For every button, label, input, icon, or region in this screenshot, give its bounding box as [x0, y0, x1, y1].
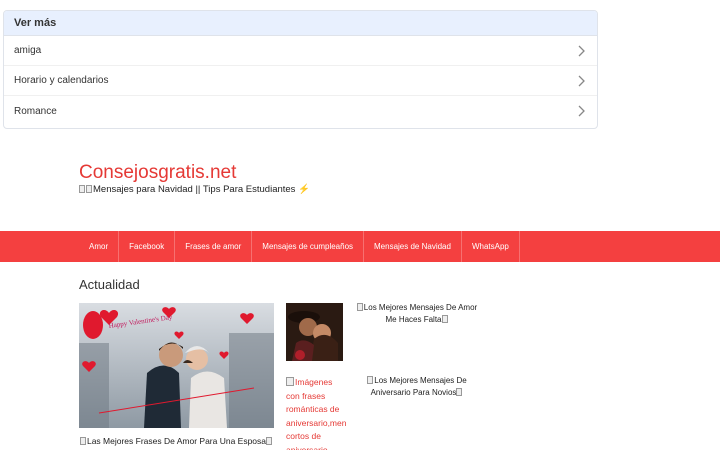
lightning-icon: ⚡ [298, 184, 310, 195]
main-nav: Amor Facebook Frases de amor Mensajes de… [0, 231, 720, 262]
ver-mas-item-horario[interactable]: Horario y calendarios [4, 66, 597, 96]
broken-image-alt: Imágenes con frases románticas de aniver… [286, 377, 346, 450]
broken-image-link[interactable]: Imágenes con frases románticas de aniver… [286, 376, 346, 450]
site-tagline: Mensajes para Navidad || Tips Para Estud… [79, 184, 310, 195]
main-post-caption-text: Las Mejores Frases De Amor Para Una Espo… [86, 436, 267, 446]
side-post-title[interactable]: Los Mejores Mensajes De Aniversario Para… [352, 375, 482, 399]
broken-glyph [266, 437, 273, 445]
main-post-caption[interactable]: Las Mejores Frases De Amor Para Una Espo… [79, 436, 274, 446]
chevron-right-icon [578, 105, 585, 117]
ver-mas-item-amiga[interactable]: amiga [4, 36, 597, 66]
broken-glyph [367, 376, 374, 384]
side-post-title-text: Los Mejores Mensajes De Amor Me Haces Fa… [363, 303, 478, 324]
ver-mas-item-romance[interactable]: Romance [4, 96, 597, 126]
broken-glyph [79, 437, 86, 445]
broken-glyph [86, 185, 92, 193]
nav-item-mensajes-navidad[interactable]: Mensajes de Navidad [364, 231, 462, 262]
ver-mas-item-label: Romance [14, 105, 57, 117]
ver-mas-item-label: Horario y calendarios [14, 75, 109, 86]
site-title-link[interactable]: Consejosgratis.net [79, 162, 236, 184]
side-post-title-text: Los Mejores Mensajes De Aniversario Para… [370, 376, 467, 397]
page: Ver más amiga Horario y calendarios Roma… [0, 0, 720, 450]
broken-glyph [441, 315, 448, 323]
chevron-right-icon [578, 75, 585, 86]
nav-item-frases-de-amor[interactable]: Frases de amor [175, 231, 253, 262]
nav-item-amor[interactable]: Amor [79, 231, 120, 262]
side-post-image[interactable] [286, 303, 343, 361]
broken-glyph [356, 303, 363, 311]
valentine-photo: Happy Valentine's Day [79, 303, 274, 428]
chevron-right-icon [578, 45, 585, 56]
broken-glyph [456, 388, 463, 396]
ver-mas-header: Ver más [4, 11, 597, 36]
broken-image-icon [286, 377, 294, 386]
nav-item-facebook[interactable]: Facebook [119, 231, 176, 262]
couple-photo [286, 303, 343, 361]
nav-item-whatsapp[interactable]: WhatsApp [462, 231, 520, 262]
side-post-title[interactable]: Los Mejores Mensajes De Amor Me Haces Fa… [352, 302, 482, 326]
nav-item-mensajes-cumpleanos[interactable]: Mensajes de cumpleaños [252, 231, 365, 262]
site-tagline-text: Mensajes para Navidad || Tips Para Estud… [93, 184, 296, 195]
ver-mas-item-label: amiga [14, 45, 42, 56]
section-title: Actualidad [79, 277, 140, 292]
broken-glyph [79, 185, 85, 193]
main-post-image[interactable]: Happy Valentine's Day [79, 303, 274, 428]
ver-mas-card: Ver más amiga Horario y calendarios Roma… [3, 10, 598, 129]
